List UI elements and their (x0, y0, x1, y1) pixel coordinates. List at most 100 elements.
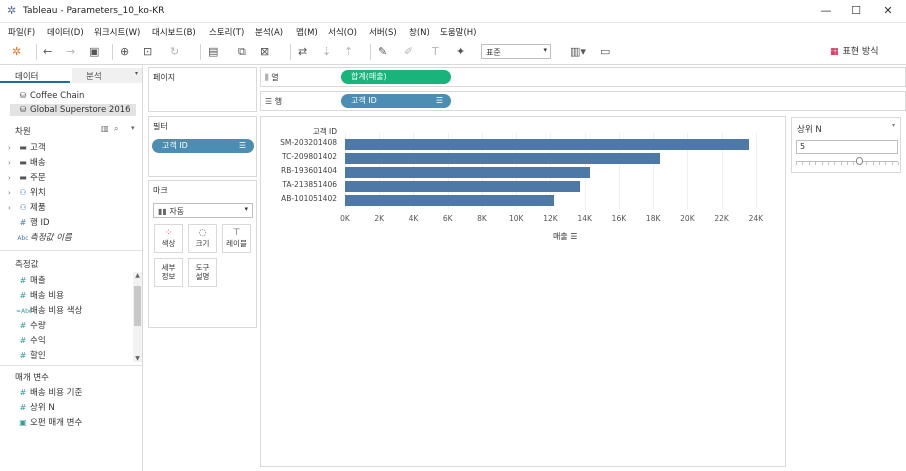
marks-card[interactable]: 마크 ▮▮ 자동 ▾ ⁘ 색상 ◌ 크기 ⊤ 레이블 세부 정보 도구 설명 (148, 180, 257, 328)
fit-dropdown[interactable]: 표준 ▾ (481, 44, 551, 59)
search-icon[interactable]: ⌕ (114, 124, 118, 134)
highlight-icon[interactable]: ✎ (378, 44, 387, 60)
label-button[interactable]: ⊤ 레이블 (222, 224, 251, 253)
menu-format[interactable]: 서식(O) (328, 26, 357, 38)
menu-analysis[interactable]: 분석(A) (255, 26, 283, 38)
maximize-button[interactable]: ☐ (846, 3, 866, 19)
dimension-product[interactable]: › ⚇ 제품 (8, 201, 46, 213)
bar[interactable] (345, 153, 660, 164)
columns-shelf[interactable]: ⫼ 열 합계(매출) (260, 67, 906, 87)
datasource-coffee-chain[interactable]: ⛁ Coffee Chain (16, 91, 85, 101)
save-icon[interactable]: ▣ (89, 44, 99, 60)
sort-ascending-icon[interactable]: ⇣ (322, 44, 331, 60)
pin-icon[interactable]: ✦ (456, 44, 465, 60)
presentation-mode-icon[interactable]: ▭ (600, 44, 610, 60)
category-label[interactable]: TC-209801402 (257, 152, 337, 161)
menu-data[interactable]: 데이터(D) (47, 26, 84, 38)
rows-pill-customer-id[interactable]: 고객 ID ☰ (341, 94, 451, 108)
filter-pill-customer-id[interactable]: 고객 ID ☰ (152, 139, 254, 153)
tableau-start-icon[interactable]: ✲ (12, 44, 21, 60)
dimension-location[interactable]: › ⚇ 위치 (8, 186, 46, 198)
scroll-up-icon[interactable]: ▲ (133, 272, 142, 279)
parameter-slider-thumb[interactable] (856, 157, 864, 165)
attach-icon[interactable]: ✐ (404, 44, 413, 60)
rows-shelf[interactable]: ☰ 행 고객 ID ☰ (260, 91, 906, 111)
bar[interactable] (345, 139, 750, 150)
undo-icon[interactable]: ← (43, 44, 52, 60)
pause-updates-icon[interactable]: ⊡ (143, 44, 152, 60)
filters-card[interactable]: 필터 고객 ID ☰ (148, 116, 257, 177)
measure-sales[interactable]: # 매출 (8, 274, 46, 286)
menu-server[interactable]: 서버(S) (369, 26, 397, 38)
menu-window[interactable]: 창(N) (409, 26, 430, 38)
dimension-row-id[interactable]: # 행 ID (8, 216, 50, 228)
param-top-n[interactable]: # 상위 N (8, 401, 55, 413)
parameter-value-input[interactable]: 5 (796, 140, 898, 154)
slider-tick (866, 162, 868, 165)
dimension-customer[interactable]: › ▬ 고객 (8, 141, 46, 153)
measure-profit[interactable]: # 수익 (8, 334, 46, 346)
bar[interactable] (345, 167, 590, 178)
swap-icon[interactable]: ⇄ (298, 44, 307, 60)
close-button[interactable]: ✕ (878, 3, 898, 19)
tab-data[interactable]: 데이터 (0, 68, 70, 83)
menu-file[interactable]: 파일(F) (8, 26, 35, 38)
measure-shipping-cost-color[interactable]: =Abc배송 비용 색상 (8, 304, 82, 316)
viz-area[interactable]: 고객 ID 0K 2K 4K 6K 8K 10K 12K 14K 16K 18K 20K 22K 24K… (260, 116, 786, 467)
measures-scrollbar[interactable]: ▲ ▼ (133, 272, 142, 362)
measure-quantity[interactable]: # 수량 (8, 319, 46, 331)
pages-card[interactable]: 페이지 (148, 67, 257, 112)
chevron-down-icon[interactable]: ▾ (892, 122, 895, 129)
category-label[interactable]: TA-213851406 (257, 180, 337, 189)
refresh-icon[interactable]: ↻ (170, 44, 179, 60)
rows-icon: ☰ (265, 97, 273, 106)
chevron-down-icon[interactable]: ▾ (131, 124, 135, 132)
columns-shelf-label: ⫼ 열 (265, 73, 279, 82)
category-label[interactable]: AB-101051402 (257, 194, 337, 203)
detail-button[interactable]: 세부 정보 (154, 258, 183, 287)
dimension-order[interactable]: › ▬ 주문 (8, 171, 46, 183)
show-hide-cards-icon[interactable]: ▥▾ (570, 44, 586, 60)
measure-discount[interactable]: # 할인 (8, 349, 46, 361)
menu-bar: 파일(F) 데이터(D) 워크시트(W) 대시보드(B) 스토리(T) 분석(A… (0, 23, 906, 40)
tab-analysis[interactable]: 분석 ▾ (72, 68, 142, 83)
mark-type-dropdown[interactable]: ▮▮ 자동 ▾ (153, 203, 253, 218)
tooltip-button[interactable]: 도구 설명 (188, 258, 217, 287)
menu-help[interactable]: 도움말(H) (440, 26, 476, 38)
param-shipping-cost-threshold[interactable]: # 배송 비용 기준 (8, 386, 83, 398)
color-button[interactable]: ⁘ 색상 (154, 224, 183, 253)
menu-worksheet[interactable]: 워크시트(W) (94, 26, 140, 38)
new-datasource-icon[interactable]: ⊕ (120, 44, 129, 60)
slider-tick (796, 162, 797, 165)
dimension-shipping[interactable]: › ▬ 배송 (8, 156, 46, 168)
redo-icon[interactable]: → (66, 44, 75, 60)
param-open-date[interactable]: ▣ 오펀 매개 변수 (8, 416, 82, 428)
new-sheet-icon[interactable]: ▤ (208, 44, 218, 60)
scrollbar-thumb[interactable] (134, 286, 141, 326)
scroll-down-icon[interactable]: ▼ (133, 355, 142, 362)
pane-menu-icon[interactable]: ▾ (135, 70, 138, 77)
clear-sheet-icon[interactable]: ⊠ (260, 44, 269, 60)
show-me-button[interactable]: ▦ 표현 방식 (830, 44, 879, 60)
x-tick-label: 12K (543, 214, 558, 223)
measures-header: 측정값 (15, 260, 39, 270)
datasource-global-superstore[interactable]: ⛁ Global Superstore 2016 (10, 104, 136, 116)
sort-descending-icon[interactable]: ⇡ (344, 44, 353, 60)
bar[interactable] (345, 181, 580, 192)
measure-shipping-cost[interactable]: # 배송 비용 (8, 289, 64, 301)
columns-pill-sum-sales[interactable]: 합계(매출) (341, 70, 451, 84)
category-label[interactable]: SM-203201408 (257, 138, 337, 147)
menu-map[interactable]: 맵(M) (296, 26, 318, 38)
dimension-measure-names[interactable]: Abc측정값 이름 (8, 231, 71, 243)
view-list-icon[interactable]: ▥ (101, 124, 109, 133)
duplicate-sheet-icon[interactable]: ⧉ (238, 44, 246, 60)
slider-tick (834, 162, 836, 165)
bar[interactable] (345, 195, 554, 206)
menu-story[interactable]: 스토리(T) (209, 26, 244, 38)
menu-dashboard[interactable]: 대시보드(B) (152, 26, 196, 38)
minimize-button[interactable]: — (816, 3, 836, 19)
string-icon: Abc (17, 235, 29, 242)
text-label-icon[interactable]: T (432, 44, 439, 60)
category-label[interactable]: RB-193601404 (257, 166, 337, 175)
size-button[interactable]: ◌ 크기 (188, 224, 217, 253)
